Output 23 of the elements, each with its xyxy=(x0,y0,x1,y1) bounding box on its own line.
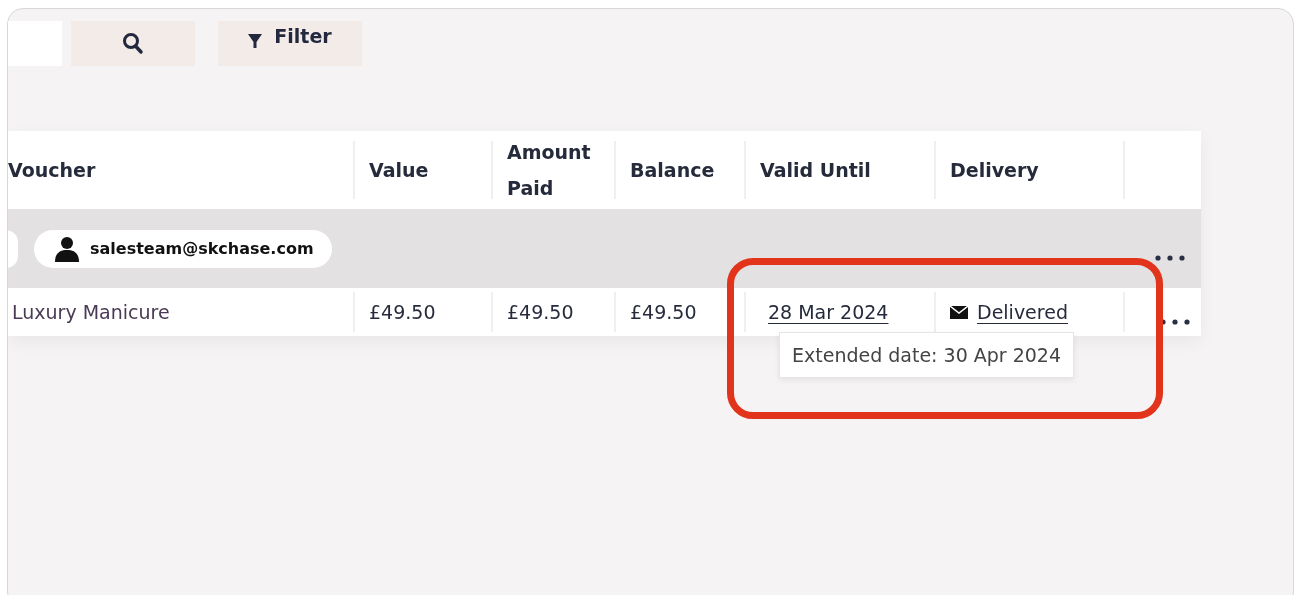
search-button[interactable] xyxy=(71,21,195,66)
column-header: Balance xyxy=(614,141,744,199)
column-header: Voucher xyxy=(8,158,97,183)
delivery-link[interactable]: Delivered xyxy=(977,292,1068,332)
search-field[interactable] xyxy=(8,21,62,66)
column-header: Valid Until xyxy=(744,141,934,199)
more-icon[interactable] xyxy=(1155,255,1185,261)
filter-icon xyxy=(248,34,263,48)
table-cell: £49.50 xyxy=(353,292,491,332)
email-chip[interactable]: salesteam@skchase.com xyxy=(34,229,332,268)
search-icon xyxy=(122,31,144,56)
filter-button[interactable]: Filter xyxy=(218,21,362,66)
column-header: Delivery xyxy=(934,141,1123,199)
table-cell: £49.50 xyxy=(491,292,614,332)
date-link[interactable]: 28 Mar 2024 xyxy=(768,301,889,323)
table-cell: £49.50 xyxy=(614,292,744,332)
person-icon xyxy=(54,235,80,262)
table-cell-text: Luxury Manicure xyxy=(11,300,171,325)
more-icon[interactable] xyxy=(1160,319,1190,325)
envelope-icon xyxy=(950,305,968,319)
column-header: Value xyxy=(353,141,491,199)
column-header: Amount Paid xyxy=(491,141,614,199)
tooltip: Extended date: 30 Apr 2024 xyxy=(779,332,1075,378)
